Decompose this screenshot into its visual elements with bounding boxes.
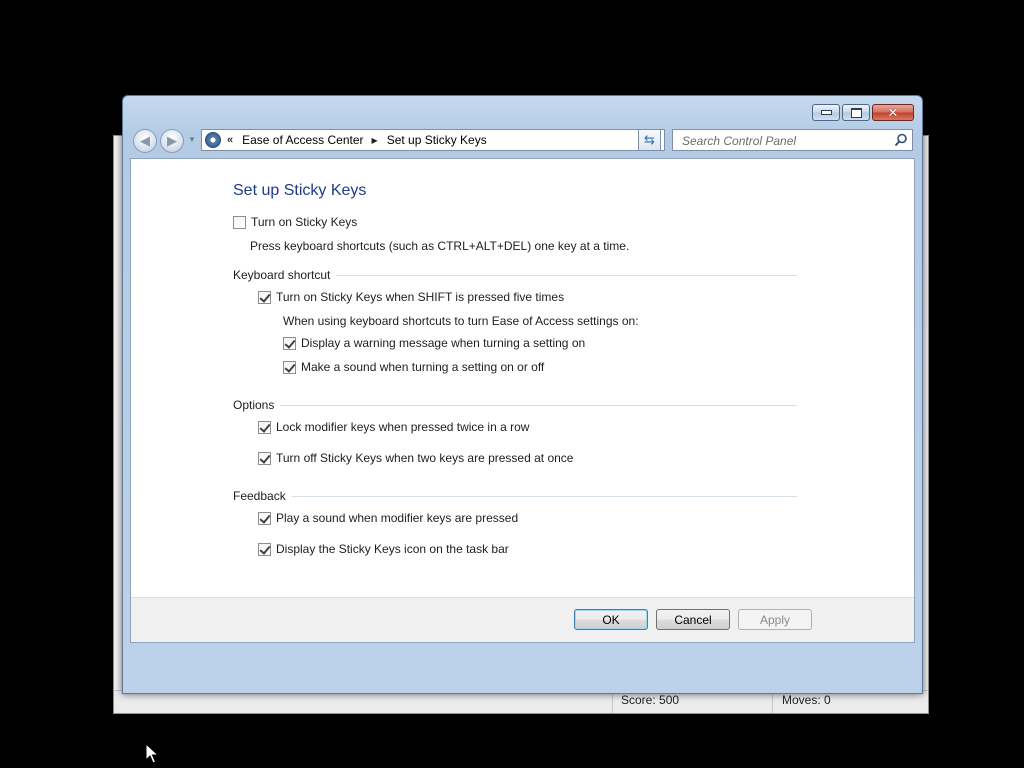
search-box <box>672 129 913 151</box>
control-panel-icon <box>205 132 221 148</box>
section-divider <box>291 495 797 497</box>
sticky-keys-window: ✕ ◀ ▶ ▼ « Ease of Access Center ▶ Set up… <box>122 95 923 694</box>
caption-buttons: ✕ <box>812 104 914 122</box>
back-button[interactable]: ◀ <box>133 129 157 153</box>
turn-off-two-keys-label[interactable]: Turn off Sticky Keys when two keys are p… <box>276 451 573 465</box>
maximize-button[interactable] <box>842 104 870 121</box>
refresh-button[interactable]: ⇆ <box>638 129 661 151</box>
back-arrow-icon: ◀ <box>140 133 150 148</box>
taskbar-icon-checkbox[interactable] <box>258 542 271 556</box>
taskbar-icon-option[interactable]: Display the Sticky Keys icon on the task… <box>258 542 509 556</box>
feedback-heading: Feedback <box>233 489 286 503</box>
lock-modifier-option[interactable]: Lock modifier keys when pressed twice in… <box>258 420 529 434</box>
shortcut-settings-subheading: When using keyboard shortcuts to turn Ea… <box>283 314 639 328</box>
lock-modifier-checkbox[interactable] <box>258 420 271 434</box>
recent-pages-dropdown-icon[interactable]: ▼ <box>188 135 196 144</box>
feedback-group-header: Feedback <box>233 489 797 503</box>
play-sound-option[interactable]: Play a sound when modifier keys are pres… <box>258 511 518 525</box>
turn-on-sticky-keys-checkbox[interactable] <box>233 215 246 229</box>
keyboard-shortcut-heading: Keyboard shortcut <box>233 268 331 282</box>
breadcrumb-ease-of-access-center[interactable]: Ease of Access Center <box>242 133 363 147</box>
apply-button: Apply <box>738 609 812 630</box>
sticky-keys-description: Press keyboard shortcuts (such as CTRL+A… <box>250 239 630 253</box>
moves-text: Moves: 0 <box>782 693 831 707</box>
search-input[interactable] <box>680 133 884 149</box>
make-sound-checkbox[interactable] <box>283 360 296 374</box>
close-button[interactable]: ✕ <box>872 104 914 121</box>
status-separator <box>612 691 613 713</box>
warning-message-option[interactable]: Display a warning message when turning a… <box>283 336 585 350</box>
minimize-button[interactable] <box>812 104 840 121</box>
content-pane: Set up Sticky Keys Turn on Sticky Keys P… <box>130 158 915 643</box>
maximize-icon <box>850 107 862 118</box>
turn-on-sticky-keys-label[interactable]: Turn on Sticky Keys <box>251 215 357 229</box>
section-divider <box>280 404 797 406</box>
page-title: Set up Sticky Keys <box>233 182 367 199</box>
turn-off-two-keys-checkbox[interactable] <box>258 451 271 465</box>
navigation-bar: ◀ ▶ ▼ « Ease of Access Center ▶ Set up S… <box>131 129 914 153</box>
shift-five-times-label[interactable]: Turn on Sticky Keys when SHIFT is presse… <box>276 290 564 304</box>
breadcrumb-separator-icon[interactable]: ▶ <box>372 136 378 145</box>
dialog-button-bar: OK Cancel Apply <box>131 597 914 642</box>
refresh-icon: ⇆ <box>644 132 655 147</box>
warning-message-label[interactable]: Display a warning message when turning a… <box>301 336 585 350</box>
keyboard-shortcut-group-header: Keyboard shortcut <box>233 268 797 282</box>
make-sound-option[interactable]: Make a sound when turning a setting on o… <box>283 360 544 374</box>
forward-arrow-icon: ▶ <box>167 133 177 148</box>
ok-button[interactable]: OK <box>574 609 648 630</box>
lock-modifier-label[interactable]: Lock modifier keys when pressed twice in… <box>276 420 529 434</box>
play-sound-checkbox[interactable] <box>258 511 271 525</box>
warning-message-checkbox[interactable] <box>283 336 296 350</box>
options-heading: Options <box>233 398 275 412</box>
play-sound-label[interactable]: Play a sound when modifier keys are pres… <box>276 511 518 525</box>
address-bar[interactable]: « Ease of Access Center ▶ Set up Sticky … <box>201 129 665 151</box>
section-divider <box>336 274 797 276</box>
search-icon[interactable] <box>894 133 908 147</box>
taskbar-icon-label[interactable]: Display the Sticky Keys icon on the task… <box>276 542 509 556</box>
shift-five-times-option[interactable]: Turn on Sticky Keys when SHIFT is presse… <box>258 290 564 304</box>
minimize-icon <box>820 110 832 115</box>
shift-five-times-checkbox[interactable] <box>258 290 271 304</box>
breadcrumb-set-up-sticky-keys[interactable]: Set up Sticky Keys <box>387 133 487 147</box>
options-group-header: Options <box>233 398 797 412</box>
close-icon: ✕ <box>887 105 899 120</box>
status-separator <box>772 691 773 713</box>
make-sound-label[interactable]: Make a sound when turning a setting on o… <box>301 360 544 374</box>
cancel-button[interactable]: Cancel <box>656 609 730 630</box>
breadcrumb-overflow-chevron[interactable]: « <box>227 134 233 146</box>
mouse-pointer-icon <box>145 743 159 764</box>
turn-off-two-keys-option[interactable]: Turn off Sticky Keys when two keys are p… <box>258 451 573 465</box>
score-text: Score: 500 <box>621 693 680 707</box>
forward-button[interactable]: ▶ <box>160 129 184 153</box>
turn-on-sticky-keys-option[interactable]: Turn on Sticky Keys <box>233 215 357 229</box>
